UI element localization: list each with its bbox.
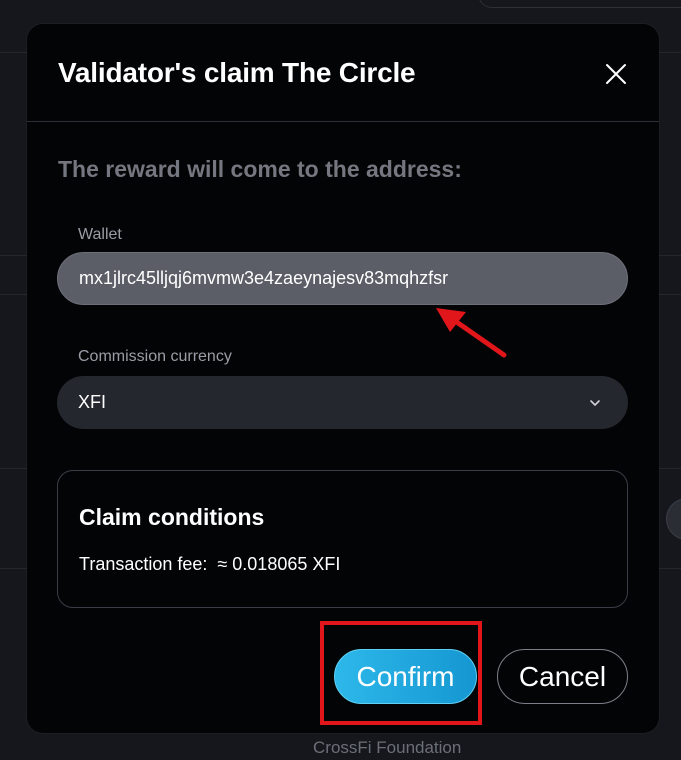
background-round-button — [666, 498, 681, 540]
annotation-arrow-icon — [436, 308, 507, 358]
transaction-fee-label: Transaction fee: — [79, 554, 208, 574]
reward-address-heading: The reward will come to the address: — [58, 156, 462, 182]
background-search-pill — [478, 0, 681, 8]
commission-currency-label: Commission currency — [78, 348, 232, 365]
currency-selected-value: XFI — [78, 392, 107, 412]
commission-currency-select[interactable]: XFI — [57, 376, 628, 429]
modal-title: Validator's claim The Circle — [58, 57, 416, 88]
claim-conditions-title: Claim conditions — [79, 504, 265, 530]
confirm-button[interactable]: Confirm — [334, 649, 477, 704]
wallet-input[interactable] — [57, 252, 628, 305]
claim-modal: Validator's claim The Circle The reward … — [27, 24, 659, 733]
wallet-label: Wallet — [78, 226, 122, 243]
close-button[interactable] — [602, 60, 630, 88]
claim-conditions-panel: Claim conditions Transaction fee: ≈ 0.018… — [57, 470, 628, 608]
close-icon — [606, 64, 626, 84]
transaction-fee-value: ≈ 0.018065 XFI — [217, 554, 341, 574]
header-divider — [27, 121, 659, 122]
transaction-fee-row: Transaction fee: ≈ 0.018065 XFI — [79, 554, 350, 575]
footer-text: CrossFi Foundation — [313, 738, 462, 757]
chevron-down-icon — [590, 400, 600, 406]
cancel-button[interactable]: Cancel — [497, 649, 628, 704]
